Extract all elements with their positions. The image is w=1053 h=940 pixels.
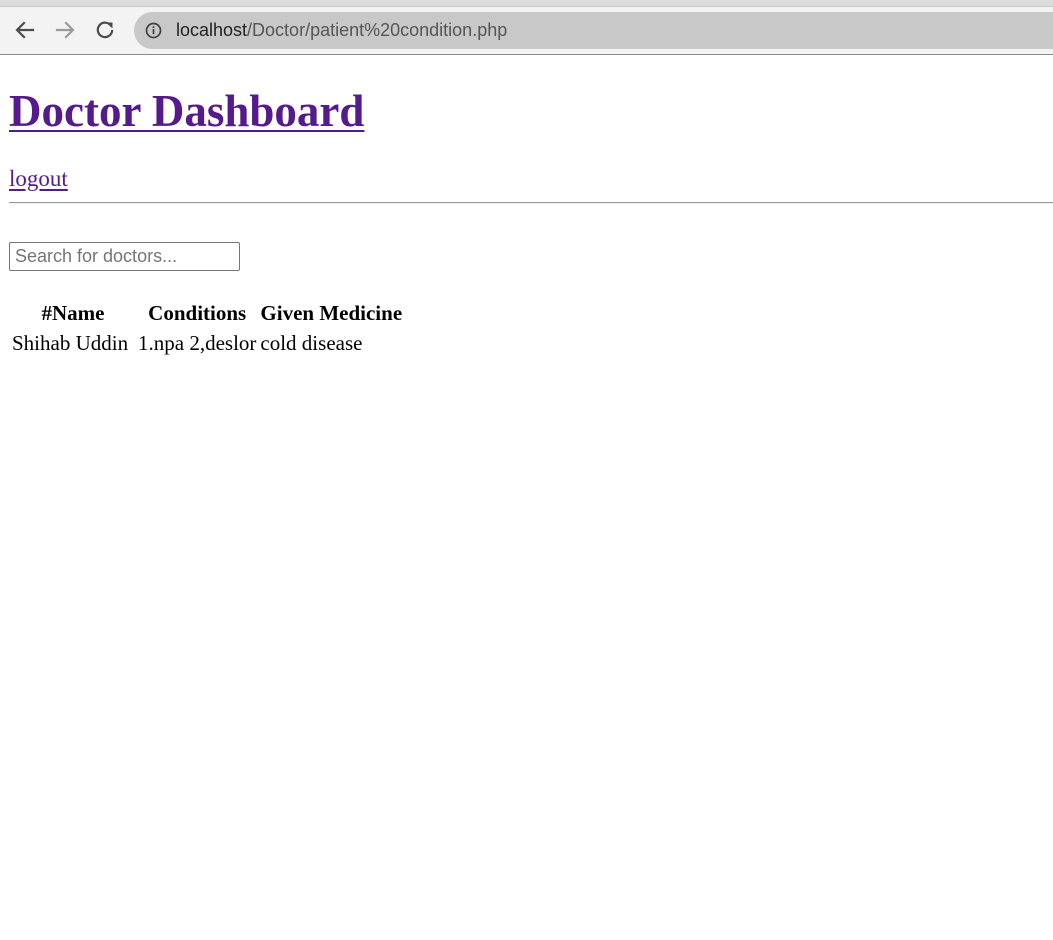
- table-header-row: #Name Conditions Given Medicine: [11, 299, 403, 327]
- arrow-left-icon: [15, 21, 35, 39]
- page-title: Doctor Dashboard: [9, 84, 364, 138]
- forward-button[interactable]: [52, 17, 78, 43]
- doctor-dashboard-page: Doctor Dashboard logout #Name Conditions…: [0, 55, 1053, 940]
- back-button[interactable]: [12, 17, 38, 43]
- horizontal-divider: [9, 202, 1053, 204]
- table-header: #Name Conditions Given Medicine: [11, 299, 403, 327]
- dashboard-title-link[interactable]: Doctor Dashboard: [9, 86, 364, 136]
- url-host: localhost: [176, 20, 248, 40]
- info-icon[interactable]: [145, 22, 162, 39]
- arrow-right-icon: [55, 21, 75, 39]
- name-column-header: #Name: [41, 301, 105, 325]
- medicine-column-header: Given Medicine: [260, 301, 403, 325]
- search-input[interactable]: [9, 242, 240, 271]
- reload-icon: [96, 21, 114, 39]
- logout-link[interactable]: logout: [9, 166, 68, 192]
- tab-strip: [0, 0, 1053, 7]
- url-path: /Doctor/patient%20condition.php: [247, 20, 508, 40]
- url-text[interactable]: localhost/Doctor/patient%20condition.php: [176, 20, 507, 41]
- table-row: Shihab Uddin 1.npa 2,deslor cold disease: [11, 329, 403, 357]
- browser-toolbar: localhost/Doctor/patient%20condition.php: [0, 0, 1053, 55]
- patient-table: #Name Conditions Given Medicine Shihab U…: [9, 297, 405, 359]
- patient-medicine-cell: cold disease: [260, 331, 363, 355]
- address-bar[interactable]: localhost/Doctor/patient%20condition.php: [134, 12, 1053, 49]
- reload-button[interactable]: [92, 17, 118, 43]
- conditions-column-header: Conditions: [148, 301, 247, 325]
- table-body: Shihab Uddin 1.npa 2,deslor cold disease: [11, 329, 403, 357]
- patient-conditions-cell: 1.npa 2,deslor: [138, 331, 257, 355]
- patient-name-cell: Shihab Uddin: [12, 331, 129, 355]
